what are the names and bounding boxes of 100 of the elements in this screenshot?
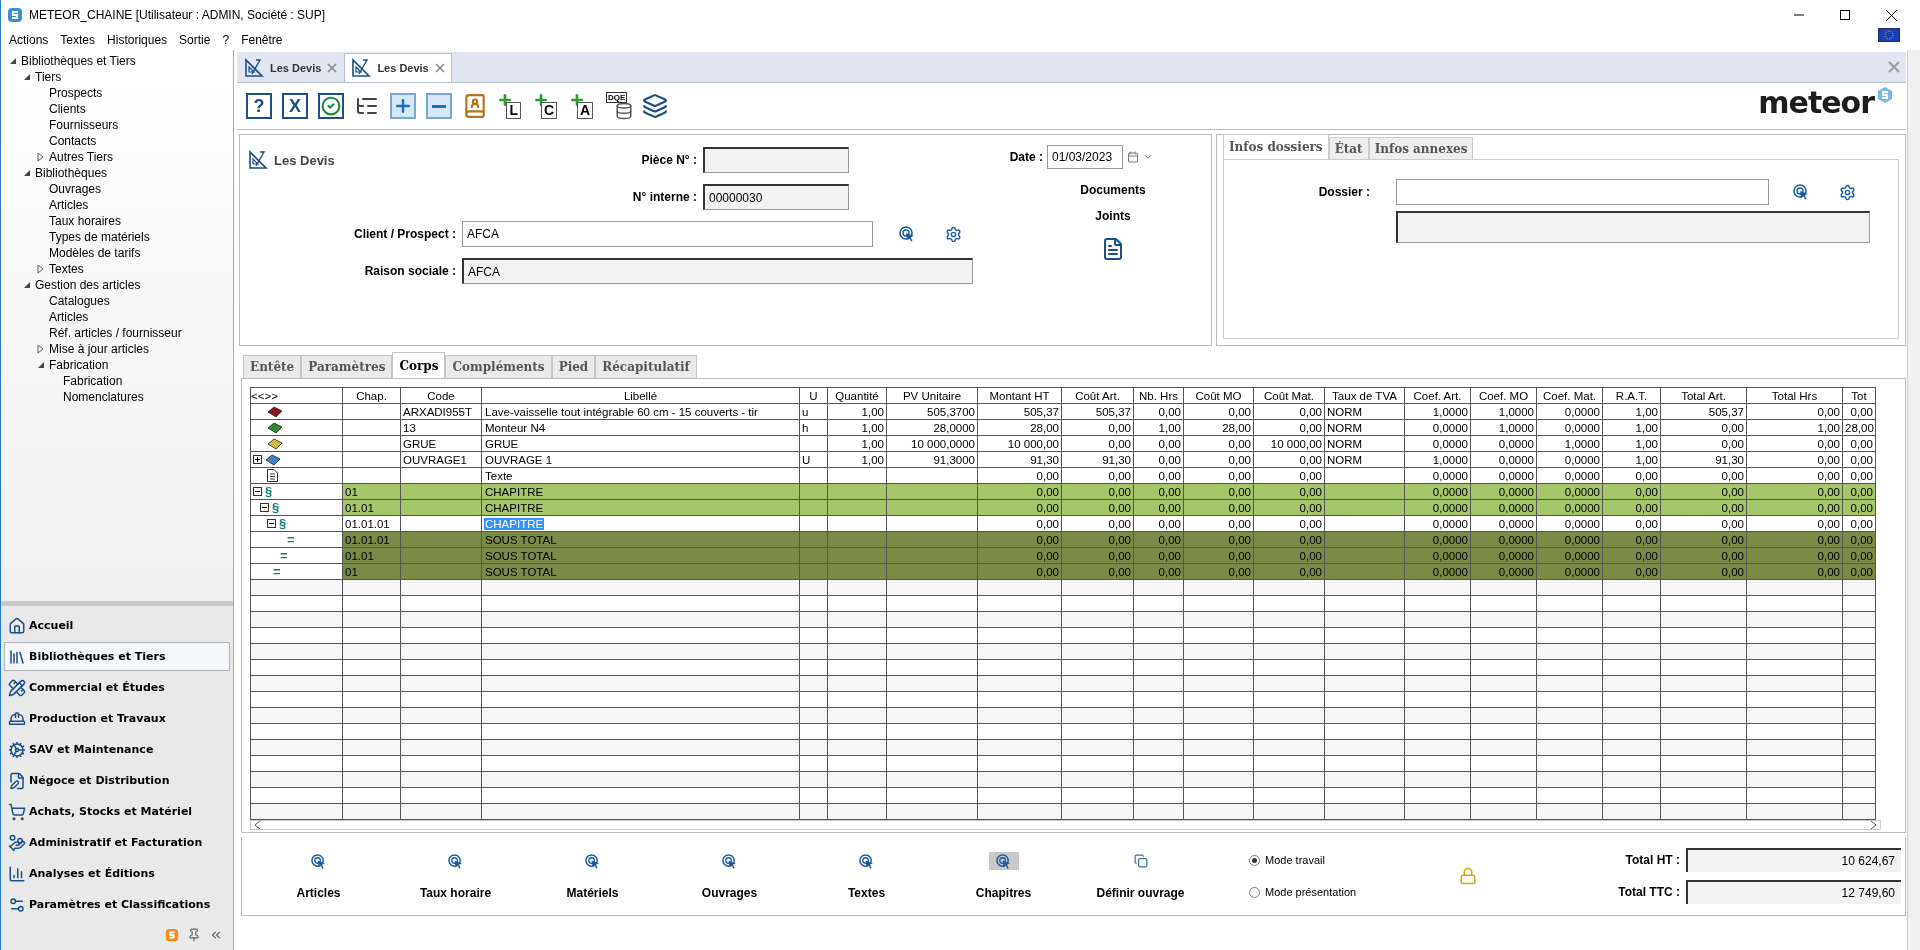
panel-tab[interactable]: Infos annexes: [1368, 137, 1474, 159]
tree-item[interactable]: Articles: [49, 310, 89, 324]
calendar-icon[interactable]: [1127, 151, 1139, 163]
nav-item[interactable]: Bibliothèques et Tiers: [4, 642, 230, 671]
section-tab[interactable]: Paramètres: [301, 355, 393, 378]
action-button[interactable]: Matériels: [524, 846, 661, 906]
maximize-icon[interactable]: [1840, 10, 1850, 20]
tree-item[interactable]: Taux horaires: [49, 214, 122, 228]
tree-item[interactable]: Fabrication: [63, 374, 123, 388]
target-cursor-icon[interactable]: [899, 226, 915, 242]
action-button[interactable]: Chapitres: [935, 846, 1072, 906]
letter-key[interactable]: A: [576, 102, 593, 119]
dropdown-caret-icon[interactable]: [1143, 152, 1153, 162]
close-icon[interactable]: [1885, 9, 1897, 21]
tree-item[interactable]: Prospects: [49, 86, 103, 100]
menu-item[interactable]: Fenêtre: [241, 33, 283, 47]
nav-item[interactable]: Commercial et Études: [4, 673, 230, 702]
collapse-box-icon[interactable]: [260, 503, 269, 512]
target-cursor-icon[interactable]: [585, 853, 600, 869]
panel-tab[interactable]: État: [1328, 137, 1369, 159]
action-button[interactable]: Textes: [798, 846, 935, 906]
menu-item[interactable]: Historiques: [107, 33, 168, 47]
action-button[interactable]: Définir ouvrage: [1072, 846, 1209, 906]
tree-item[interactable]: Catalogues: [49, 294, 110, 308]
nav-item[interactable]: Production et Travaux: [4, 704, 230, 733]
tree-item[interactable]: Ouvrages: [49, 182, 102, 196]
nav-item[interactable]: SAV et Maintenance: [4, 735, 230, 764]
target-cursor-icon[interactable]: [859, 853, 874, 869]
menu-item[interactable]: ?: [222, 33, 230, 47]
nav-item[interactable]: Analyses et Éditions: [4, 859, 230, 888]
tree-item[interactable]: Gestion des articles: [35, 278, 141, 292]
dqe-label[interactable]: DQE: [606, 92, 628, 103]
tree-item[interactable]: Fournisseurs: [49, 118, 119, 132]
input-field[interactable]: [1396, 179, 1769, 205]
cancel-button[interactable]: X: [282, 93, 308, 119]
target-cursor-icon[interactable]: [1793, 184, 1809, 200]
radio-option[interactable]: Mode travail: [1249, 854, 1459, 866]
remove-button[interactable]: [426, 93, 452, 119]
collapse-box-icon[interactable]: [267, 519, 276, 528]
input-field[interactable]: [703, 147, 849, 173]
address-book-icon[interactable]: [462, 93, 488, 119]
tree-item[interactable]: Textes: [49, 262, 84, 276]
validate-button[interactable]: [318, 93, 344, 119]
collapsed-arrow-icon[interactable]: [37, 265, 45, 273]
nav-item[interactable]: Administratif et Facturation: [4, 828, 230, 857]
collapsed-arrow-icon[interactable]: [37, 345, 45, 353]
nav-item[interactable]: Accueil: [4, 611, 230, 640]
menu-item[interactable]: Actions: [9, 33, 49, 47]
menu-item[interactable]: Sortie: [179, 33, 211, 47]
input-field[interactable]: 00000030: [703, 184, 849, 210]
date-field[interactable]: 01/03/2023: [1047, 145, 1123, 169]
settings-icon[interactable]: [945, 225, 962, 243]
tree-item[interactable]: Bibliothèques et Tiers: [21, 54, 136, 68]
tree-item[interactable]: Réf. articles / fournisseur: [49, 326, 182, 340]
section-tab[interactable]: Entête: [243, 355, 302, 378]
expanded-arrow-icon[interactable]: [37, 361, 45, 369]
target-cursor-icon[interactable]: [311, 853, 326, 869]
nav-item[interactable]: Négoce et Distribution: [4, 766, 230, 795]
target-cursor-icon[interactable]: [996, 853, 1011, 869]
settings-icon[interactable]: [1839, 183, 1856, 201]
horizontal-scrollbar[interactable]: [250, 820, 1881, 830]
document-tab[interactable]: Les Devis: [237, 53, 345, 82]
collapse-icon[interactable]: [209, 928, 223, 942]
nav-item[interactable]: Paramètres et Classifications: [4, 890, 230, 919]
target-cursor-icon[interactable]: [448, 853, 463, 869]
collapsed-arrow-icon[interactable]: [37, 153, 45, 161]
radio-option[interactable]: Mode présentation: [1249, 886, 1459, 898]
action-button[interactable]: Ouvrages: [661, 846, 798, 906]
tree-item[interactable]: Contacts: [49, 134, 97, 148]
document-icon[interactable]: [1101, 237, 1125, 261]
document-tab[interactable]: Les Devis: [344, 53, 452, 82]
section-tab[interactable]: Compléments: [445, 355, 552, 378]
target-cursor-icon[interactable]: [722, 853, 737, 869]
tree-item[interactable]: Autres Tiers: [49, 150, 114, 164]
tree-item[interactable]: Fabrication: [49, 358, 109, 372]
section-tab[interactable]: Pied: [551, 355, 596, 378]
expanded-arrow-icon[interactable]: [23, 169, 31, 177]
panel-tab[interactable]: Infos dossiers: [1223, 134, 1329, 159]
tree-item[interactable]: Nomenclatures: [63, 390, 144, 404]
input-field[interactable]: AFCA: [462, 221, 873, 247]
add-button[interactable]: [390, 93, 416, 119]
tree-item[interactable]: Clients: [49, 102, 86, 116]
letter-key[interactable]: L: [506, 102, 521, 119]
letter-key[interactable]: C: [540, 102, 557, 119]
radio-button[interactable]: [1249, 854, 1260, 866]
collapse-box-icon[interactable]: [253, 487, 262, 496]
tree-item[interactable]: Tiers: [35, 70, 62, 84]
section-tab[interactable]: Corps: [392, 352, 446, 378]
database-icon[interactable]: [615, 102, 633, 120]
radio-button[interactable]: [1249, 886, 1260, 898]
tree-item[interactable]: Modèles de tarifs: [49, 246, 141, 260]
help-button[interactable]: ?: [246, 93, 272, 119]
tree-item[interactable]: Bibliothèques: [35, 166, 108, 180]
tree-item[interactable]: Types de matériels: [49, 230, 150, 244]
action-button[interactable]: Articles: [250, 846, 387, 906]
action-button[interactable]: Taux horaire: [387, 846, 524, 906]
pin-icon[interactable]: [187, 928, 201, 942]
expanded-arrow-icon[interactable]: [23, 281, 31, 289]
tree-item[interactable]: Mise à jour articles: [49, 342, 150, 356]
scroll-left-icon[interactable]: [255, 821, 261, 829]
